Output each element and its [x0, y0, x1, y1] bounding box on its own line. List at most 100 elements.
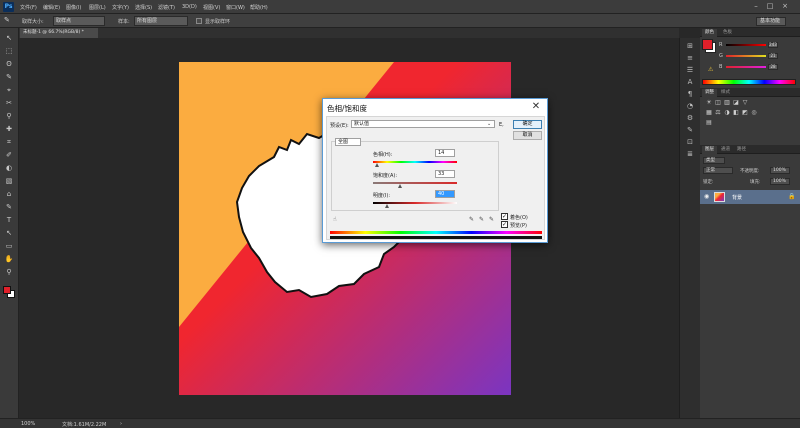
menu-filter[interactable]: 滤镜(T) — [158, 4, 175, 11]
cancel-button[interactable]: 取消 — [513, 131, 542, 140]
stamp-tool-icon[interactable]: ✐ — [4, 151, 14, 159]
show-ring-checkbox[interactable] — [196, 18, 202, 24]
sample-select[interactable]: 所有图层 — [134, 16, 188, 26]
brush-presets-panel-icon[interactable]: ◔ — [685, 102, 695, 111]
preset-menu-icon[interactable]: E, — [499, 122, 504, 128]
character-panel-icon[interactable]: A — [685, 78, 695, 87]
gradient-map-icon[interactable]: ▤ — [706, 120, 712, 126]
hand-tool-icon[interactable]: ✋ — [4, 255, 14, 263]
colorize-checkbox[interactable]: ✓ — [501, 213, 508, 220]
ok-button[interactable]: 确定 — [513, 120, 542, 129]
minimize-button[interactable]: – — [750, 2, 762, 10]
eyedropper-icon[interactable]: ✎ — [469, 216, 474, 223]
color-balance-icon[interactable]: ⚖ — [715, 110, 721, 116]
preview-checkbox[interactable]: ✓ — [501, 221, 508, 228]
move-tool-icon[interactable]: ↖ — [4, 34, 14, 42]
clone-source-panel-icon[interactable]: ✎ — [685, 126, 695, 135]
zoom-tool-icon[interactable]: ⚲ — [4, 268, 14, 276]
history-panel-icon[interactable]: ⊞ — [685, 42, 695, 51]
paragraph-panel-icon[interactable]: ¶ — [685, 90, 695, 99]
tab-channels[interactable]: 通道 — [718, 146, 733, 154]
document-tab[interactable]: 未标题-1 @ 66.7%(RGB/8) * — [20, 28, 98, 38]
menu-file[interactable]: 文件(F) — [20, 4, 37, 11]
menu-image[interactable]: 图像(I) — [66, 4, 81, 11]
brightness-icon[interactable]: ☀ — [706, 100, 712, 106]
eyedropper-plus-icon[interactable]: ✎ — [479, 216, 484, 223]
preset-select[interactable]: 默认值 — [351, 120, 495, 128]
tab-layers[interactable]: 图层 — [702, 146, 717, 154]
blend-mode-select[interactable]: 正常 — [703, 167, 733, 174]
layer-comps-panel-icon[interactable]: ⊡ — [685, 138, 695, 147]
path-select-tool-icon[interactable]: ↖ — [4, 229, 14, 237]
black-white-icon[interactable]: ◑ — [724, 110, 730, 116]
foreground-color-swatch[interactable] — [702, 39, 713, 50]
curves-icon[interactable]: ▥ — [724, 100, 730, 106]
fill-input[interactable]: 100% — [770, 178, 790, 185]
color-lookup-icon[interactable]: ◎ — [751, 110, 757, 116]
tool-presets-panel-icon[interactable]: ⚙ — [685, 114, 695, 123]
opacity-input[interactable]: 100% — [770, 167, 790, 174]
blur-tool-icon[interactable]: ✎ — [4, 203, 14, 211]
slice-tool-icon[interactable]: ✂ — [4, 99, 14, 107]
sample-size-select[interactable]: 取样点 — [53, 16, 105, 26]
workspace-select[interactable]: 基本功能 — [756, 17, 786, 26]
tab-styles[interactable]: 样式 — [718, 89, 733, 97]
tab-adjustments[interactable]: 调整 — [702, 89, 717, 97]
eraser-tool-icon[interactable]: ▧ — [4, 177, 14, 185]
slider-r-track[interactable] — [726, 44, 766, 46]
eyedropper-tool-icon[interactable]: ⚲ — [4, 112, 14, 120]
crop-tool-icon[interactable]: ⌖ — [4, 86, 14, 94]
slider-b-track[interactable] — [726, 66, 766, 68]
lasso-tool-icon[interactable]: ʘ — [4, 60, 14, 68]
heal-tool-icon[interactable]: ✚ — [4, 125, 14, 133]
quick-select-tool-icon[interactable]: ✎ — [4, 73, 14, 81]
eyedropper-minus-icon[interactable]: ✎ — [489, 216, 494, 223]
hue-saturation-icon[interactable]: ▦ — [706, 110, 712, 116]
exposure-icon[interactable]: ◪ — [733, 100, 739, 106]
close-window-button[interactable]: × — [779, 2, 791, 10]
tab-swatches[interactable]: 色板 — [720, 29, 735, 37]
actions-panel-icon[interactable]: ≡ — [685, 54, 695, 63]
gradient-tool-icon[interactable]: ⌂ — [4, 190, 14, 198]
maximize-button[interactable]: □ — [764, 2, 776, 10]
tab-color[interactable]: 颜色 — [702, 29, 717, 37]
tab-paths[interactable]: 路径 — [734, 146, 749, 154]
vibrance-icon[interactable]: ▽ — [742, 100, 748, 106]
menu-window[interactable]: 窗口(W) — [226, 4, 245, 11]
hand-adjust-icon[interactable]: ☝ — [333, 216, 337, 223]
photo-filter-icon[interactable]: ◧ — [733, 110, 739, 116]
slider-r-value[interactable]: 243 — [768, 42, 778, 48]
slider-g-value[interactable]: 21 — [768, 53, 778, 59]
menu-select[interactable]: 选择(S) — [135, 4, 152, 11]
marquee-tool-icon[interactable]: ⬚ — [4, 47, 14, 55]
hue-input[interactable]: 14 — [435, 149, 455, 157]
menu-type[interactable]: 文字(Y) — [112, 4, 129, 11]
lightness-slider-thumb[interactable] — [385, 204, 389, 208]
status-menu-arrow[interactable]: › — [120, 421, 122, 427]
brush-tool-icon[interactable]: ⌗ — [4, 138, 14, 146]
layer-name[interactable]: 背景 — [732, 194, 742, 201]
zoom-level[interactable]: 100% — [21, 421, 35, 427]
saturation-slider-track[interactable] — [373, 182, 457, 184]
layer-row-background[interactable]: ◉ 背景 🔒 — [700, 190, 800, 204]
saturation-input[interactable]: 33 — [435, 170, 455, 178]
hue-slider-track[interactable] — [373, 161, 457, 163]
hue-slider-thumb[interactable] — [375, 163, 379, 167]
lightness-input[interactable]: 40 — [435, 190, 455, 198]
levels-icon[interactable]: ◫ — [715, 100, 721, 106]
menu-view[interactable]: 视图(V) — [203, 4, 220, 11]
channel-mixer-icon[interactable]: ◩ — [742, 110, 748, 116]
saturation-slider-thumb[interactable] — [398, 184, 402, 188]
visibility-eye-icon[interactable]: ◉ — [704, 193, 709, 200]
color-spectrum-bar[interactable] — [702, 79, 796, 85]
close-icon[interactable]: ✕ — [530, 101, 542, 113]
channel-select[interactable]: 全图 — [335, 138, 361, 146]
slider-b-value[interactable]: 28 — [768, 64, 778, 70]
menu-help[interactable]: 帮助(H) — [250, 4, 268, 11]
type-tool-icon[interactable]: T — [4, 216, 14, 224]
info-panel-icon[interactable]: ≣ — [685, 150, 695, 159]
menu-edit[interactable]: 编辑(E) — [43, 4, 60, 11]
eyedropper-tool-icon[interactable]: ✎ — [4, 16, 10, 24]
menu-layer[interactable]: 图层(L) — [89, 4, 106, 11]
slider-g-track[interactable] — [726, 55, 766, 57]
